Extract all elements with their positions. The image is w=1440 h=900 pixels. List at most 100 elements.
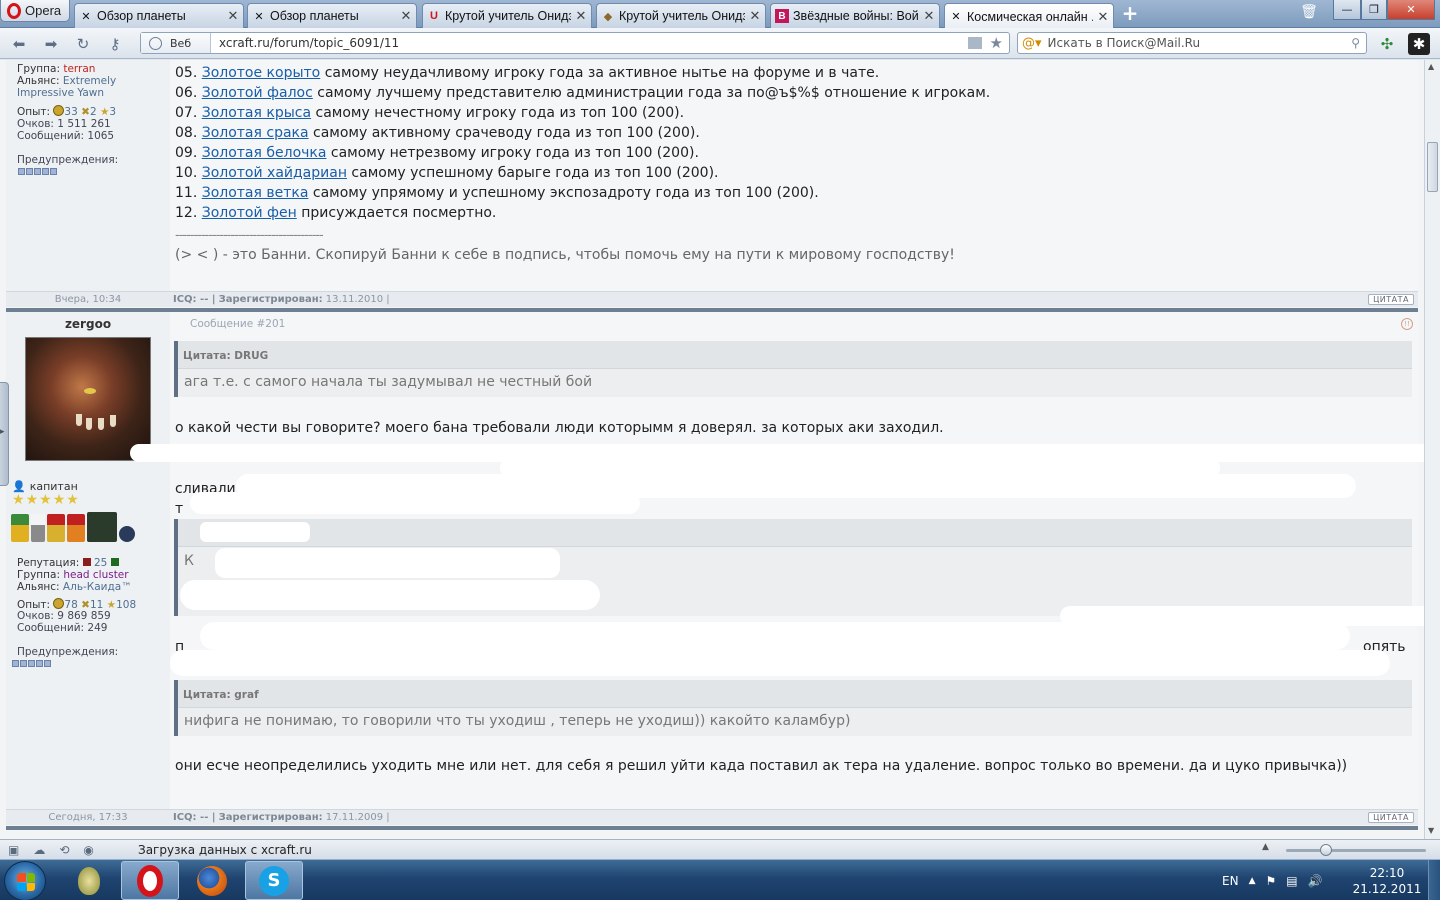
network-icon[interactable]: ▤	[1286, 874, 1297, 888]
web-badge[interactable]: Веб	[141, 33, 211, 53]
search-icon[interactable]: ⚲	[1351, 36, 1360, 50]
show-desktop-button[interactable]	[1428, 860, 1440, 900]
scroll-down-icon[interactable]: ▼	[1428, 826, 1434, 835]
maximize-button[interactable]: ❐	[1361, 0, 1387, 20]
language-indicator[interactable]: EN	[1222, 874, 1239, 888]
post-number[interactable]: Сообщение #201	[190, 318, 285, 330]
award-link[interactable]: Золотая ветка	[202, 185, 309, 201]
medal-icon	[67, 514, 85, 542]
tab-2[interactable]: ✕ Обзор планеты ✕	[247, 3, 417, 28]
close-icon[interactable]: ✕	[749, 8, 761, 24]
key-icon[interactable]: ⚷	[104, 33, 126, 55]
author-name[interactable]: zergoo	[6, 317, 170, 331]
tab-bar: Opera ✕ Обзор планеты ✕ ✕ Обзор планеты …	[0, 0, 1440, 29]
scroll-up-icon[interactable]: ▲	[1428, 62, 1434, 71]
group-link[interactable]: head cluster	[63, 569, 128, 581]
close-icon[interactable]: ✕	[1097, 9, 1109, 25]
close-icon[interactable]: ✕	[575, 8, 587, 24]
reload-button[interactable]: ↻	[72, 33, 94, 55]
vertical-scrollbar[interactable]: ▲ ▼	[1424, 60, 1440, 839]
post1-body: 05. Золотое корыто самому неудачливому и…	[170, 60, 1418, 291]
star-icon: ★	[66, 492, 79, 508]
zoom-knob[interactable]	[1320, 844, 1332, 856]
back-button[interactable]: ⬅	[8, 33, 30, 55]
start-button[interactable]	[4, 861, 46, 900]
search-field[interactable]: @▾ Искать в Поиск@Mail.Ru ⚲	[1017, 32, 1367, 54]
new-tab-button[interactable]: +	[1120, 3, 1140, 24]
rep-up-icon[interactable]	[110, 558, 119, 566]
bookmark-star-icon[interactable]: ★	[990, 34, 1003, 52]
award-link[interactable]: Золотой фалос	[202, 85, 313, 101]
skype-icon: S	[259, 865, 289, 896]
star-icon: ★	[52, 492, 66, 508]
minimize-button[interactable]: —	[1333, 0, 1361, 20]
mailru-search-icon[interactable]: @▾	[1022, 36, 1042, 51]
alliance-link[interactable]: Аль-Каида™	[63, 581, 132, 593]
quote-button[interactable]: ЦИТАТА	[1368, 812, 1414, 823]
opera-menu-label: Opera	[25, 3, 62, 18]
opera-logo-icon	[137, 864, 163, 897]
tab-3[interactable]: U Крутой учитель Онидз... ✕	[422, 3, 592, 28]
award-description: самому успешному барыге года из топ 100 …	[346, 165, 719, 181]
award-link[interactable]: Золотая белочка	[202, 145, 327, 161]
rank-stars: ★ ★ ★ ★ ★	[12, 492, 79, 508]
post-text: о какой чести вы говорите? моего бана тр…	[175, 420, 944, 436]
award-link[interactable]: Золотая срака	[202, 125, 309, 141]
flag-icon[interactable]: ⚑	[1265, 874, 1276, 888]
status-text: Загрузка данных с xcraft.ru	[138, 843, 312, 857]
avatar	[25, 337, 151, 461]
award-link[interactable]: Золотой фен	[202, 205, 297, 221]
speed-dial-icon[interactable]: ◉	[83, 843, 93, 857]
zoom-slider[interactable]	[1286, 844, 1426, 856]
close-icon[interactable]: ✕	[400, 8, 412, 24]
trash-icon[interactable]: 🗑	[1300, 4, 1318, 22]
tab-5[interactable]: B Звёздные войны: Вой... ✕	[770, 3, 940, 28]
forward-button[interactable]: ➡	[40, 33, 62, 55]
exp-cross-icon: ✖	[81, 106, 90, 118]
url-input[interactable]: xcraft.ru/forum/topic_6091/11	[211, 36, 968, 50]
exp-star-icon: ★	[99, 106, 110, 118]
award-number: 08.	[175, 125, 198, 141]
tab-6-active[interactable]: ✕ Космическая онлайн ... ✕	[944, 3, 1114, 29]
side-panel-handle[interactable]	[0, 382, 9, 486]
tab-label: Крутой учитель Онидз...	[445, 9, 571, 23]
panel-toggle-icon[interactable]: ▣	[8, 843, 19, 857]
redaction-overlay	[180, 580, 600, 610]
extension-icon[interactable]: ✱	[1408, 33, 1430, 55]
taskbar-opera[interactable]	[121, 861, 179, 900]
award-description: присуждается посмертно.	[296, 205, 497, 221]
close-icon[interactable]: ✕	[227, 8, 239, 24]
group-link[interactable]: terran	[63, 63, 95, 75]
award-link[interactable]: Золотое корыто	[202, 65, 321, 81]
tab-label: Космическая онлайн ...	[967, 9, 1093, 24]
award-link[interactable]: Золотая крыса	[202, 105, 311, 121]
tab-4[interactable]: ◆ Крутой учитель Онидз... ✕	[596, 3, 766, 28]
share-icon[interactable]: ⟲	[59, 843, 69, 857]
close-icon[interactable]: ✕	[923, 8, 935, 24]
tor-onion-icon[interactable]	[60, 861, 118, 900]
rep-down-icon[interactable]	[82, 558, 91, 566]
unite-cloud-icon[interactable]: ☁	[33, 843, 45, 857]
clock[interactable]: 22:10 21.12.2011	[1352, 865, 1422, 897]
award-description: самому упрямому и успешному экспозадроту…	[308, 185, 819, 201]
award-link[interactable]: Золотой хайдариан	[202, 165, 347, 181]
scrollbar-thumb[interactable]	[1427, 142, 1438, 192]
zoom-up-icon[interactable]: ▲	[1262, 842, 1269, 852]
experience-line: Опыт: 33 ✖2 ★3	[17, 105, 117, 118]
volume-icon[interactable]: 🔊	[1308, 874, 1323, 888]
taskbar-skype[interactable]: S	[245, 861, 303, 900]
tab-1[interactable]: ✕ Обзор планеты ✕	[74, 3, 244, 28]
address-bar[interactable]: Веб xcraft.ru/forum/topic_6091/11 ★	[140, 32, 1010, 54]
rss-icon[interactable]	[967, 37, 982, 49]
report-icon[interactable]: !!	[1401, 318, 1413, 330]
warnings-label: Предупреждения:	[17, 154, 119, 166]
tray-expand-icon[interactable]: ▲	[1249, 876, 1256, 886]
reputation-line: Репутация: 25	[6, 557, 119, 569]
opera-menu-button[interactable]: Opera	[0, 0, 70, 22]
group-line: Группа: terran	[17, 63, 96, 75]
quote-button[interactable]: ЦИТАТА	[1368, 294, 1414, 305]
award-line: 06. Золотой фалос самому лучшему предста…	[170, 83, 1418, 103]
close-window-button[interactable]: ✕	[1387, 0, 1435, 20]
turbo-icon[interactable]: ✣	[1376, 33, 1398, 55]
taskbar-firefox[interactable]	[183, 861, 241, 900]
